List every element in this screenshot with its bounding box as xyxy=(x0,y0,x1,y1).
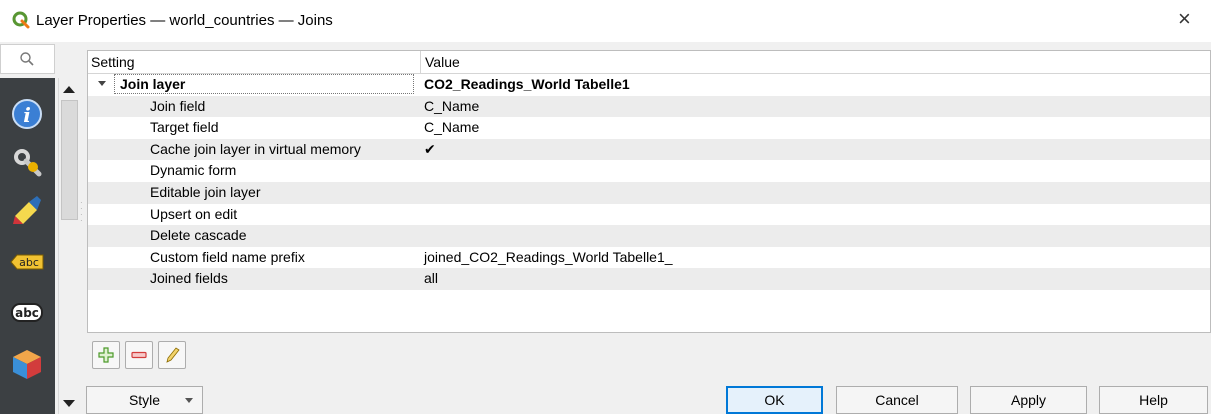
close-icon[interactable]: × xyxy=(1178,8,1191,30)
setting-cell: Editable join layer xyxy=(150,183,261,200)
add-join-icon xyxy=(98,347,114,363)
svg-text:abc: abc xyxy=(15,306,39,320)
setting-cell: Delete cascade xyxy=(150,227,247,244)
edit-join-button[interactable] xyxy=(158,341,186,369)
column-header-value[interactable]: Value xyxy=(425,54,460,70)
collapse-arrow-icon[interactable] xyxy=(98,81,106,86)
scroll-thumb[interactable] xyxy=(61,100,78,220)
setting-cell: Joined fields xyxy=(150,270,228,287)
tree-rows: Join layer CO2_Readings_World Tabelle1 J… xyxy=(88,74,1210,290)
value-cell: joined_CO2_Readings_World Tabelle1_ xyxy=(424,248,673,265)
add-join-button[interactable] xyxy=(92,341,120,369)
remove-join-button[interactable] xyxy=(125,341,153,369)
edit-join-icon xyxy=(166,347,180,363)
tree-row[interactable]: Editable join layer xyxy=(88,181,1210,204)
chevron-down-icon xyxy=(185,398,193,403)
tree-row[interactable]: Upsert on edit xyxy=(88,204,1210,226)
tree-row[interactable]: Target field C_Name xyxy=(88,117,1210,139)
qgis-logo-icon xyxy=(12,11,30,29)
style-label: Style xyxy=(128,392,161,408)
checkmark-icon: ✔ xyxy=(424,140,436,157)
help-button[interactable]: Help xyxy=(1099,386,1208,414)
scroll-up-icon[interactable] xyxy=(63,86,75,93)
svg-text:i: i xyxy=(23,103,31,127)
column-divider[interactable] xyxy=(420,51,421,73)
setting-cell: Custom field name prefix xyxy=(150,248,305,265)
tree-row[interactable]: Dynamic form xyxy=(88,160,1210,182)
masks-icon[interactable]: abc xyxy=(9,294,45,330)
labels-icon[interactable]: abc xyxy=(9,244,45,280)
tree-row[interactable]: Delete cascade xyxy=(88,225,1210,247)
value-cell: CO2_Readings_World Tabelle1 xyxy=(424,76,630,92)
value-cell: C_Name xyxy=(424,119,480,136)
tree-header: Setting Value xyxy=(88,51,1210,74)
tree-row[interactable]: Custom field name prefix joined_CO2_Read… xyxy=(88,247,1210,269)
tree-row-join-layer[interactable]: Join layer CO2_Readings_World Tabelle1 xyxy=(88,74,1210,96)
style-dropdown-button[interactable]: Style xyxy=(86,386,203,414)
ok-button[interactable]: OK xyxy=(726,386,823,414)
setting-cell: Target field xyxy=(150,119,219,136)
column-header-setting[interactable]: Setting xyxy=(91,54,135,70)
setting-cell: Join field xyxy=(150,97,206,114)
setting-cell: Upsert on edit xyxy=(150,205,238,222)
source-settings-icon[interactable] xyxy=(9,144,45,180)
tree-row[interactable]: Joined fields all xyxy=(88,268,1210,290)
3d-view-icon[interactable] xyxy=(9,346,45,382)
svg-text:abc: abc xyxy=(19,256,39,269)
information-icon[interactable]: i xyxy=(9,96,45,132)
search-icon xyxy=(20,52,34,66)
setting-cell: Cache join layer in virtual memory xyxy=(150,140,361,157)
tree-row[interactable]: Join field C_Name xyxy=(88,95,1210,118)
apply-button[interactable]: Apply xyxy=(970,386,1087,414)
sidebar: i abc abc xyxy=(0,44,80,414)
scroll-down-icon[interactable] xyxy=(63,400,75,407)
title-bar: Layer Properties — world_countries — Joi… xyxy=(0,0,1211,42)
symbology-icon[interactable] xyxy=(9,192,45,228)
sidebar-search-input[interactable] xyxy=(0,44,55,74)
value-cell: all xyxy=(424,270,439,287)
sidebar-scrollbar[interactable] xyxy=(58,78,79,414)
splitter-handle[interactable]: · · · · xyxy=(80,199,83,225)
setting-cell: Dynamic form xyxy=(150,162,237,179)
window-title: Layer Properties — world_countries — Joi… xyxy=(36,12,333,29)
remove-join-icon xyxy=(131,351,147,359)
joins-tree: Setting Value Join layer CO2_Readings_Wo… xyxy=(87,50,1211,333)
tree-row[interactable]: Cache join layer in virtual memory ✔ xyxy=(88,138,1210,161)
cancel-button[interactable]: Cancel xyxy=(836,386,958,414)
sidebar-icon-list: i abc abc xyxy=(0,78,55,414)
setting-cell: Join layer xyxy=(120,76,186,92)
value-cell: C_Name xyxy=(424,97,480,114)
